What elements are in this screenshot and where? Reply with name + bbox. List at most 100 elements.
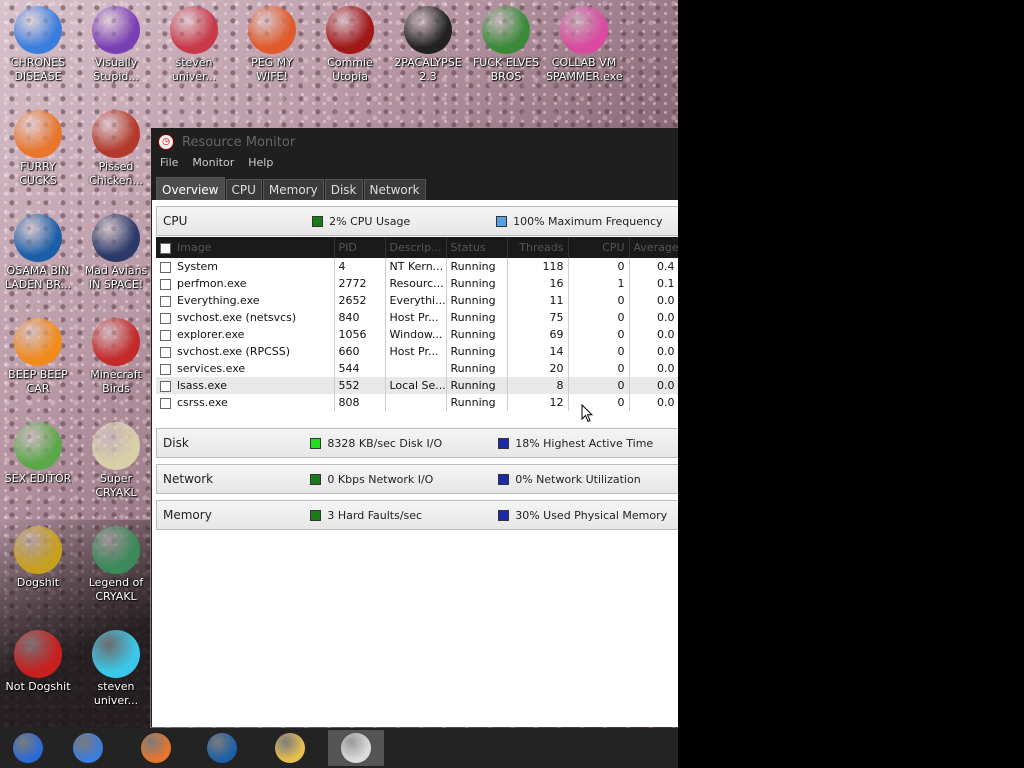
- table-row[interactable]: explorer.exe 1056 Window... Running 69 0 0.0: [156, 326, 678, 343]
- taskbar-button[interactable]: [60, 730, 116, 766]
- row-checkbox[interactable]: [160, 261, 171, 273]
- table-row[interactable]: csrss.exe 808 Running 12 0 0.0: [156, 394, 678, 411]
- column-cpu[interactable]: CPU: [568, 237, 630, 258]
- desktop-shortcut[interactable]: FURRY CUCKS: [0, 110, 76, 188]
- desktop-shortcut-label: PEG MY WIFE!: [251, 56, 293, 83]
- cell-threads: 118: [507, 258, 569, 275]
- cell-pid: 840: [334, 309, 386, 326]
- row-checkbox[interactable]: [160, 295, 171, 307]
- select-all-checkbox[interactable]: [160, 242, 171, 254]
- desktop-shortcut[interactable]: Dogshit: [0, 526, 76, 590]
- elf-icon: [482, 6, 530, 54]
- tab-disk[interactable]: Disk: [324, 179, 363, 200]
- table-row[interactable]: svchost.exe (RPCSS) 660 Host Pr... Running 1…: [156, 343, 678, 360]
- pixel-hero-icon: [92, 526, 140, 574]
- desktop-shortcut[interactable]: steven univer...: [156, 6, 232, 84]
- column-description[interactable]: Descrip...: [385, 237, 447, 258]
- title-bar[interactable]: ◷ Resource Monitor: [152, 128, 678, 156]
- row-checkbox[interactable]: [160, 397, 171, 409]
- taskbar-button[interactable]: [194, 730, 250, 766]
- cell-description: Everythi...: [385, 292, 447, 309]
- vm-icon: [560, 6, 608, 54]
- desktop-shortcut[interactable]: steven univer...: [78, 630, 154, 708]
- desktop-shortcut[interactable]: Super CRYAKL: [78, 422, 154, 500]
- table-row[interactable]: System 4 NT Kern... Running 118 0 0.4: [156, 258, 678, 275]
- cpu-usage-indicator: [312, 215, 324, 227]
- table-row[interactable]: svchost.exe (netsvcs) 840 Host Pr... Runnin…: [156, 309, 678, 326]
- row-checkbox[interactable]: [160, 329, 171, 341]
- menu-file[interactable]: File: [160, 156, 178, 172]
- disk-section-header[interactable]: Disk 8328 KB/sec Disk I/O 18% Highest Ac…: [156, 428, 678, 458]
- desktop-shortcut[interactable]: Visually Stupid...: [78, 6, 154, 84]
- table-row[interactable]: Everything.exe 2652 Everythi... Running 11 0 0…: [156, 292, 678, 309]
- cell-cpu: 0: [568, 258, 630, 275]
- desktop-shortcut[interactable]: Not Dogshit: [0, 630, 76, 694]
- column-image[interactable]: Image: [156, 237, 335, 258]
- desktop-shortcut[interactable]: SEX EDITOR: [0, 422, 76, 486]
- firefox-icon: [141, 733, 171, 763]
- menu-help[interactable]: Help: [248, 156, 273, 172]
- cell-description: [385, 394, 447, 411]
- row-checkbox[interactable]: [160, 346, 171, 358]
- desktop-shortcut-label: FUCK ELVES BROS: [472, 56, 540, 83]
- tab-memory[interactable]: Memory: [262, 179, 324, 200]
- desktop-shortcut[interactable]: COLLAB VM SPAMMER.exe: [546, 6, 623, 84]
- column-threads[interactable]: Threads: [507, 237, 569, 258]
- commie-icon: [326, 6, 374, 54]
- max-frequency-label: 100% Maximum Frequency: [513, 214, 663, 228]
- cell-threads: 69: [507, 326, 569, 343]
- cell-pid: 1056: [334, 326, 386, 343]
- network-io-label: 0 Kbps Network I/O: [327, 472, 434, 486]
- desktop-shortcut[interactable]: Legend of CRYAKL: [78, 526, 154, 604]
- taskbar-button[interactable]: [328, 730, 384, 766]
- taskbar-button[interactable]: [128, 730, 184, 766]
- row-checkbox[interactable]: [160, 278, 171, 290]
- angry-birds-icon: [92, 318, 140, 366]
- cell-status: Running: [446, 377, 508, 394]
- memory-section-header[interactable]: Memory 3 Hard Faults/sec 30% Used Physic…: [156, 500, 678, 530]
- row-checkbox[interactable]: [160, 312, 171, 324]
- cell-pid: 808: [334, 394, 386, 411]
- cell-image: perfmon.exe: [156, 275, 335, 292]
- desktop-shortcut[interactable]: 2PACALYPSE 2.3: [390, 6, 466, 84]
- desktop-shortcut[interactable]: Pissed Chicken...: [78, 110, 154, 188]
- table-row[interactable]: perfmon.exe 2772 Resourc... Running 16 1 0.1: [156, 275, 678, 292]
- network-utilization-indicator: [498, 473, 510, 485]
- table-row[interactable]: services.exe 544 Running 20 0 0.0: [156, 360, 678, 377]
- cell-pid: 2772: [334, 275, 386, 292]
- cell-cpu: 0: [568, 377, 630, 394]
- table-row[interactable]: lsass.exe 552 Local Se... Running 8 0 0.0: [156, 377, 678, 394]
- row-checkbox[interactable]: [160, 363, 171, 375]
- menu-bar: File Monitor Help: [152, 156, 678, 172]
- desktop-shortcut[interactable]: PEG MY WIFE!: [234, 6, 310, 84]
- network-section-header[interactable]: Network 0 Kbps Network I/O 0% Network Ut…: [156, 464, 678, 494]
- menu-monitor[interactable]: Monitor: [192, 156, 234, 172]
- cpu-section-header[interactable]: CPU 2% CPU Usage 100% Maximum Frequency: [156, 206, 678, 236]
- desktop-shortcut-label: Commie Utopia: [327, 56, 373, 83]
- desktop-shortcut[interactable]: Commie Utopia: [312, 6, 388, 84]
- column-average-cpu[interactable]: Average...: [629, 237, 678, 258]
- desktop-shortcut[interactable]: CHRONES DISEASE: [0, 6, 76, 84]
- desktop-shortcut[interactable]: BEEP BEEP CAR: [0, 318, 76, 396]
- desktop-shortcut[interactable]: Mad Avians IN SPACE!: [78, 214, 154, 292]
- chrome-canary-icon: [13, 733, 43, 763]
- desktop-shortcut-label: 2PACALYPSE 2.3: [394, 56, 462, 83]
- column-pid[interactable]: PID: [334, 237, 386, 258]
- taskbar-button[interactable]: [262, 730, 318, 766]
- cell-description: Host Pr...: [385, 309, 447, 326]
- taskbar-button[interactable]: [0, 730, 56, 766]
- cell-average-cpu: 0.1: [629, 275, 678, 292]
- column-status[interactable]: Status: [446, 237, 508, 258]
- desktop-shortcut[interactable]: FUCK ELVES BROS: [468, 6, 544, 84]
- cell-cpu: 0: [568, 360, 630, 377]
- row-checkbox[interactable]: [160, 380, 171, 392]
- tab-cpu[interactable]: CPU: [225, 179, 262, 200]
- desktop-shortcut[interactable]: Minecraft Birds: [78, 318, 154, 396]
- desktop-shortcut[interactable]: OSAMA BIN LADEN BR...: [0, 214, 76, 292]
- cell-threads: 75: [507, 309, 569, 326]
- chrome-icon: [73, 733, 103, 763]
- tab-network[interactable]: Network: [363, 179, 426, 200]
- tab-overview[interactable]: Overview: [156, 177, 225, 200]
- cell-pid: 660: [334, 343, 386, 360]
- disk-active-time-indicator: [498, 437, 510, 449]
